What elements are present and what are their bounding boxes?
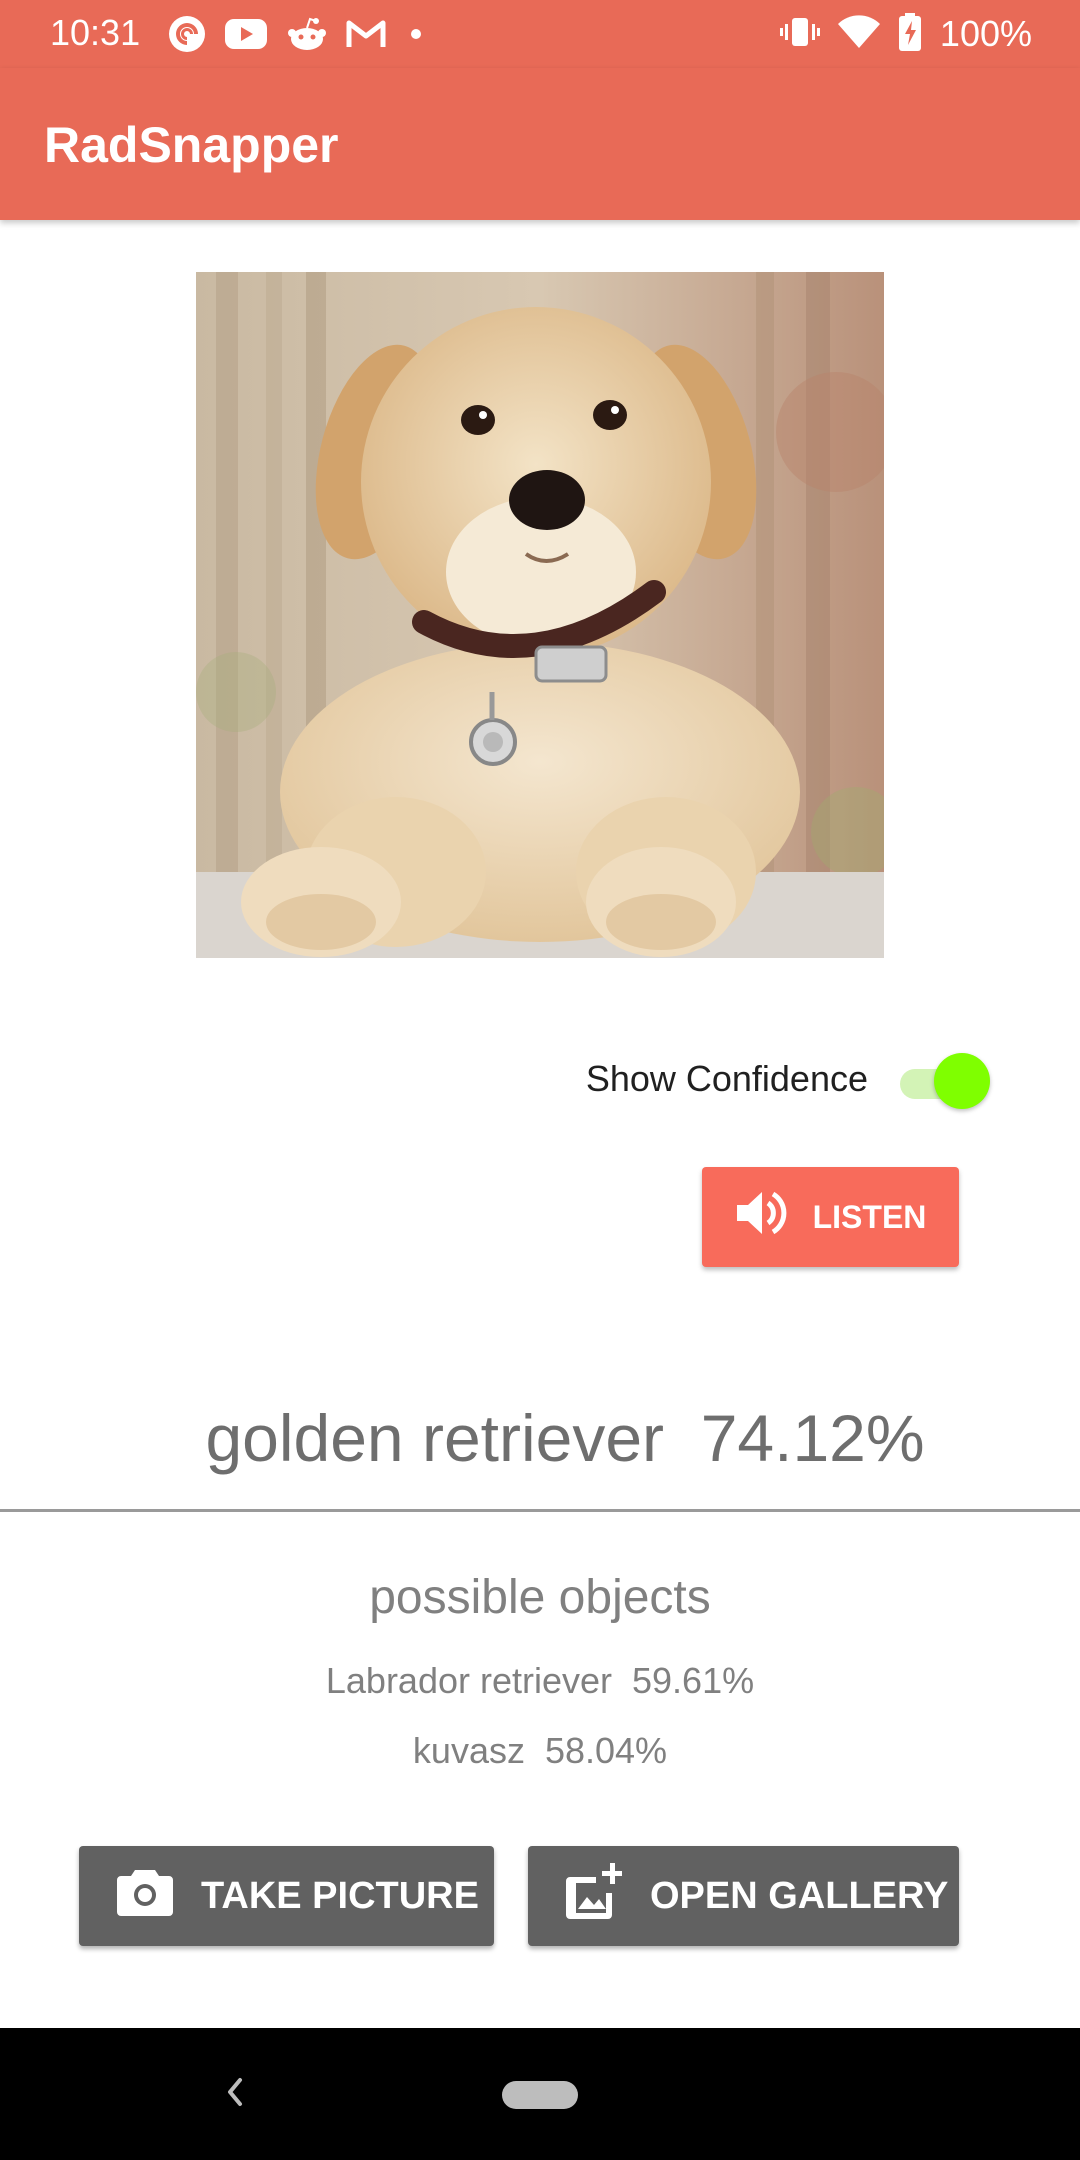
camera-icon (117, 1866, 173, 1926)
status-time: 10:31 (50, 12, 141, 53)
navigation-bar (0, 2028, 1080, 2160)
gmail-icon (346, 19, 386, 49)
selected-photo (196, 272, 884, 958)
add-photo-icon (566, 1863, 622, 1929)
screen: 10:31 100% RadSnapper Show Confidence LI… (0, 0, 1080, 2160)
back-icon[interactable] (222, 2072, 246, 2117)
notification-icons (168, 14, 428, 54)
open-gallery-button[interactable]: OPEN GALLERY (528, 1846, 959, 1946)
wifi-icon (837, 14, 880, 54)
more-notifications-dot-icon (404, 22, 428, 46)
home-pill-icon[interactable] (502, 2081, 578, 2109)
switch-thumb (934, 1053, 990, 1109)
show-confidence-switch[interactable] (898, 1053, 990, 1109)
possible-object-item: kuvasz 58.04% (412, 1730, 668, 1771)
volume-up-icon (735, 1188, 789, 1246)
youtube-icon (224, 18, 268, 50)
system-status: 100% (779, 12, 1032, 56)
battery-charging-icon (898, 12, 922, 56)
battery-percent: 100% (939, 13, 1032, 54)
take-picture-label: TAKE PICTURE (201, 1874, 479, 1917)
open-gallery-label: OPEN GALLERY (650, 1874, 949, 1917)
listen-label: LISTEN (812, 1198, 927, 1235)
pocket-casts-icon (168, 15, 206, 53)
take-picture-button[interactable]: TAKE PICTURE (79, 1846, 494, 1946)
vibrate-icon (779, 14, 820, 55)
app-bar: RadSnapper (0, 68, 1080, 220)
divider (0, 1509, 1080, 1512)
app-title: RadSnapper (44, 117, 339, 173)
status-bar: 10:31 100% (0, 0, 1080, 68)
possible-objects-title: possible objects (369, 1571, 711, 1624)
possible-object-item: Labrador retriever 59.61% (325, 1660, 755, 1701)
listen-button[interactable]: LISTEN (702, 1167, 959, 1267)
reddit-icon (286, 16, 328, 52)
top-prediction: golden retriever 74.12% (205, 1401, 925, 1475)
show-confidence-label: Show Confidence (585, 1058, 868, 1099)
